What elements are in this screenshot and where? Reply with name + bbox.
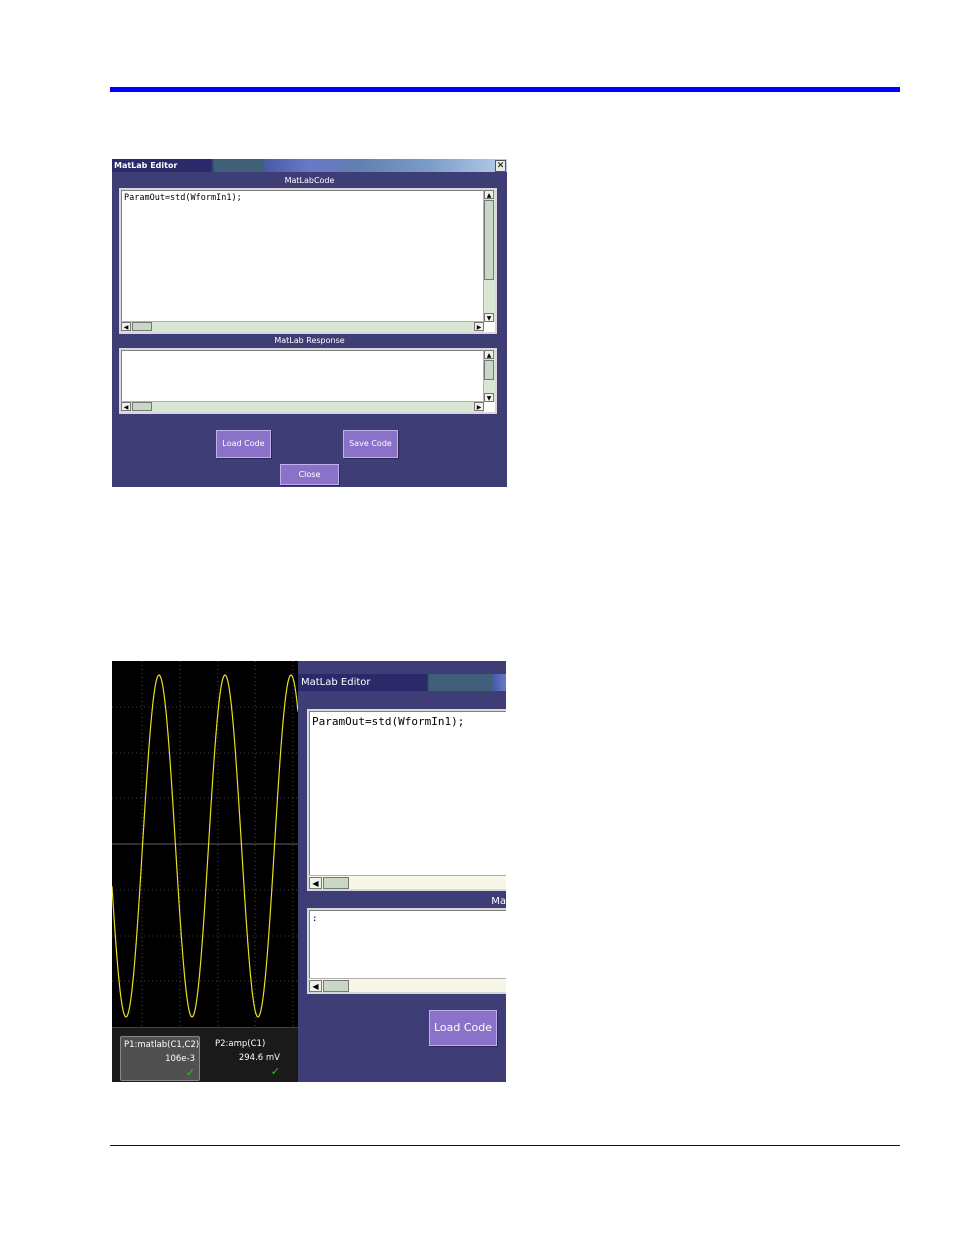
scroll-thumb[interactable] <box>132 402 152 411</box>
title-bar[interactable]: MatLab Editor ✕ <box>112 159 507 172</box>
title-bar[interactable]: MatLab Editor <box>298 674 506 691</box>
response-output[interactable]: ▲ ▼ ◀ ▶ <box>119 348 497 414</box>
close-icon[interactable]: ✕ <box>495 160 506 172</box>
measurement-p1[interactable]: P1:matlab(C1,C2) 106e-3 ✓ <box>120 1036 200 1081</box>
scroll-left-icon[interactable]: ◀ <box>121 322 131 331</box>
code-section-label: MatLabCode <box>284 176 335 185</box>
load-code-button[interactable]: Load Code <box>216 430 271 458</box>
header-rule <box>110 87 900 92</box>
check-icon: ✓ <box>185 1066 195 1079</box>
window-title: MatLab Editor <box>114 161 178 170</box>
scroll-up-icon[interactable]: ▲ <box>484 350 494 359</box>
code-horizontal-scrollbar[interactable]: ◀ <box>309 875 506 889</box>
scroll-left-icon[interactable]: ◀ <box>309 980 322 992</box>
check-icon: ✓ <box>270 1065 280 1078</box>
window-frame <box>298 661 506 674</box>
code-horizontal-scrollbar[interactable]: ◀ ▶ <box>121 321 484 332</box>
scroll-right-icon[interactable]: ▶ <box>474 322 484 331</box>
measurement-p2[interactable]: P2:amp(C1) 294.6 mV ✓ <box>212 1036 284 1081</box>
load-code-button[interactable]: Load Code <box>429 1010 497 1046</box>
response-text: : <box>312 914 318 924</box>
scroll-left-icon[interactable]: ◀ <box>309 877 322 889</box>
response-section-label: Ma <box>491 896 506 907</box>
close-button[interactable]: Close <box>280 464 339 485</box>
response-vertical-scrollbar[interactable]: ▲ ▼ <box>483 350 495 402</box>
save-code-button[interactable]: Save Code <box>343 430 398 458</box>
waveform-grid <box>112 661 298 1027</box>
scroll-down-icon[interactable]: ▼ <box>484 313 494 322</box>
scroll-thumb[interactable] <box>323 877 349 889</box>
code-editor[interactable]: ParamOut=std(WformIn1); ▲ ▼ ◀ ▶ <box>119 188 497 334</box>
code-text[interactable]: ParamOut=std(WformIn1); <box>124 193 242 203</box>
scroll-up-icon[interactable]: ▲ <box>484 190 494 199</box>
scroll-thumb[interactable] <box>132 322 152 331</box>
measurement-panel: P1:matlab(C1,C2) 106e-3 ✓ P2:amp(C1) 294… <box>112 1027 298 1082</box>
measurement-value: 106e-3 <box>165 1054 195 1064</box>
scroll-right-icon[interactable]: ▶ <box>474 402 484 411</box>
measurement-value: 294.6 mV <box>238 1053 280 1063</box>
scroll-thumb[interactable] <box>484 200 494 280</box>
code-text[interactable]: ParamOut=std(WformIn1); <box>312 715 464 728</box>
scroll-down-icon[interactable]: ▼ <box>484 393 494 402</box>
scroll-thumb[interactable] <box>484 360 494 380</box>
response-output[interactable]: : ◀ <box>307 908 506 994</box>
footer-rule <box>110 1145 900 1146</box>
scroll-left-icon[interactable]: ◀ <box>121 402 131 411</box>
matlab-editor-window: MatLab Editor ✕ MatLabCode ParamOut=std(… <box>112 159 507 487</box>
measurement-name: P2:amp(C1) <box>215 1039 266 1049</box>
response-section-label: MatLab Response <box>274 336 345 345</box>
measurement-name: P1:matlab(C1,C2) <box>124 1040 200 1050</box>
window-title: MatLab Editor <box>301 677 371 688</box>
scroll-thumb[interactable] <box>323 980 349 992</box>
response-horizontal-scrollbar[interactable]: ◀ ▶ <box>121 401 484 412</box>
code-vertical-scrollbar[interactable]: ▲ ▼ <box>483 190 495 322</box>
waveform-trace <box>112 674 298 1018</box>
code-editor[interactable]: ParamOut=std(WformIn1); ◀ <box>307 709 506 891</box>
response-horizontal-scrollbar[interactable]: ◀ <box>309 978 506 992</box>
oscilloscope-display: P1:matlab(C1,C2) 106e-3 ✓ P2:amp(C1) 294… <box>112 661 298 1082</box>
matlab-editor-window-cropped: MatLab Editor ParamOut=std(WformIn1); ◀ … <box>298 661 506 1082</box>
